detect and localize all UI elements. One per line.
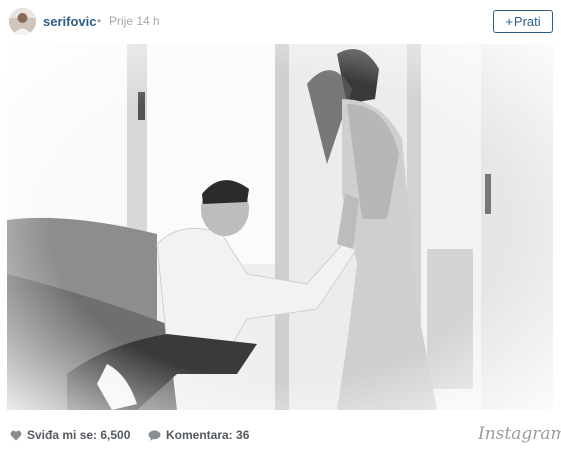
username-link[interactable]: serifovic: [43, 14, 96, 29]
separator-dot: •: [97, 14, 102, 28]
likes-label: Sviđa mi se: 6,500: [27, 428, 131, 442]
comments-count[interactable]: Komentara: 36: [148, 428, 249, 442]
post-photo[interactable]: [7, 44, 553, 410]
instagram-logo[interactable]: Instagram: [478, 424, 561, 444]
heart-icon: [10, 430, 22, 440]
post-footer: Sviđa mi se: 6,500 Komentara: 36 Instagr…: [0, 410, 561, 450]
avatar-image: [9, 8, 36, 35]
follow-label: Prati: [513, 14, 541, 29]
post-timestamp[interactable]: Prije 14 h: [109, 14, 160, 28]
plus-icon: +: [505, 14, 513, 29]
speech-bubble-icon: [148, 429, 161, 441]
photo-illustration: [7, 44, 553, 410]
comments-label: Komentara: 36: [166, 428, 250, 442]
likes-count[interactable]: Sviđa mi se: 6,500: [10, 428, 130, 442]
post-header: serifovic • Prije 14 h +Prati: [0, 0, 561, 44]
avatar[interactable]: [9, 8, 36, 35]
follow-button[interactable]: +Prati: [493, 10, 553, 33]
